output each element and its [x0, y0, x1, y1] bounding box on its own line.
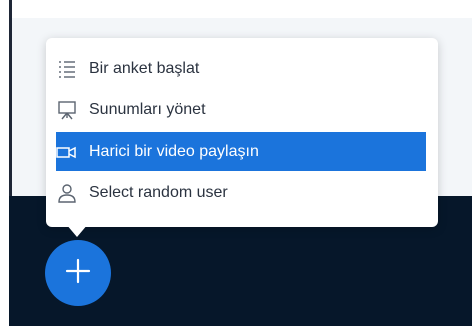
content-top-strip — [9, 0, 472, 18]
menu-item-label: Select random user — [89, 183, 228, 201]
actions-fab-button[interactable] — [45, 240, 111, 306]
menu-item-select-random-user[interactable]: Select random user — [56, 173, 426, 212]
menu-item-share-external-video[interactable]: Harici bir video paylaşın — [56, 132, 426, 171]
menu-item-start-poll[interactable]: Bir anket başlat — [56, 49, 426, 88]
user-icon — [56, 182, 78, 204]
menu-item-label: Harici bir video paylaşın — [89, 142, 259, 160]
presentation-icon — [56, 99, 78, 121]
plus-icon — [65, 258, 91, 289]
menu-item-manage-presentations[interactable]: Sunumları yönet — [56, 90, 426, 129]
actions-menu-arrow — [66, 224, 88, 237]
left-edge — [0, 0, 9, 326]
content-divider — [9, 0, 12, 196]
menu-item-label: Sunumları yönet — [89, 100, 206, 118]
poll-list-icon — [56, 58, 78, 80]
video-icon — [56, 141, 78, 163]
menu-item-label: Bir anket başlat — [89, 59, 200, 77]
